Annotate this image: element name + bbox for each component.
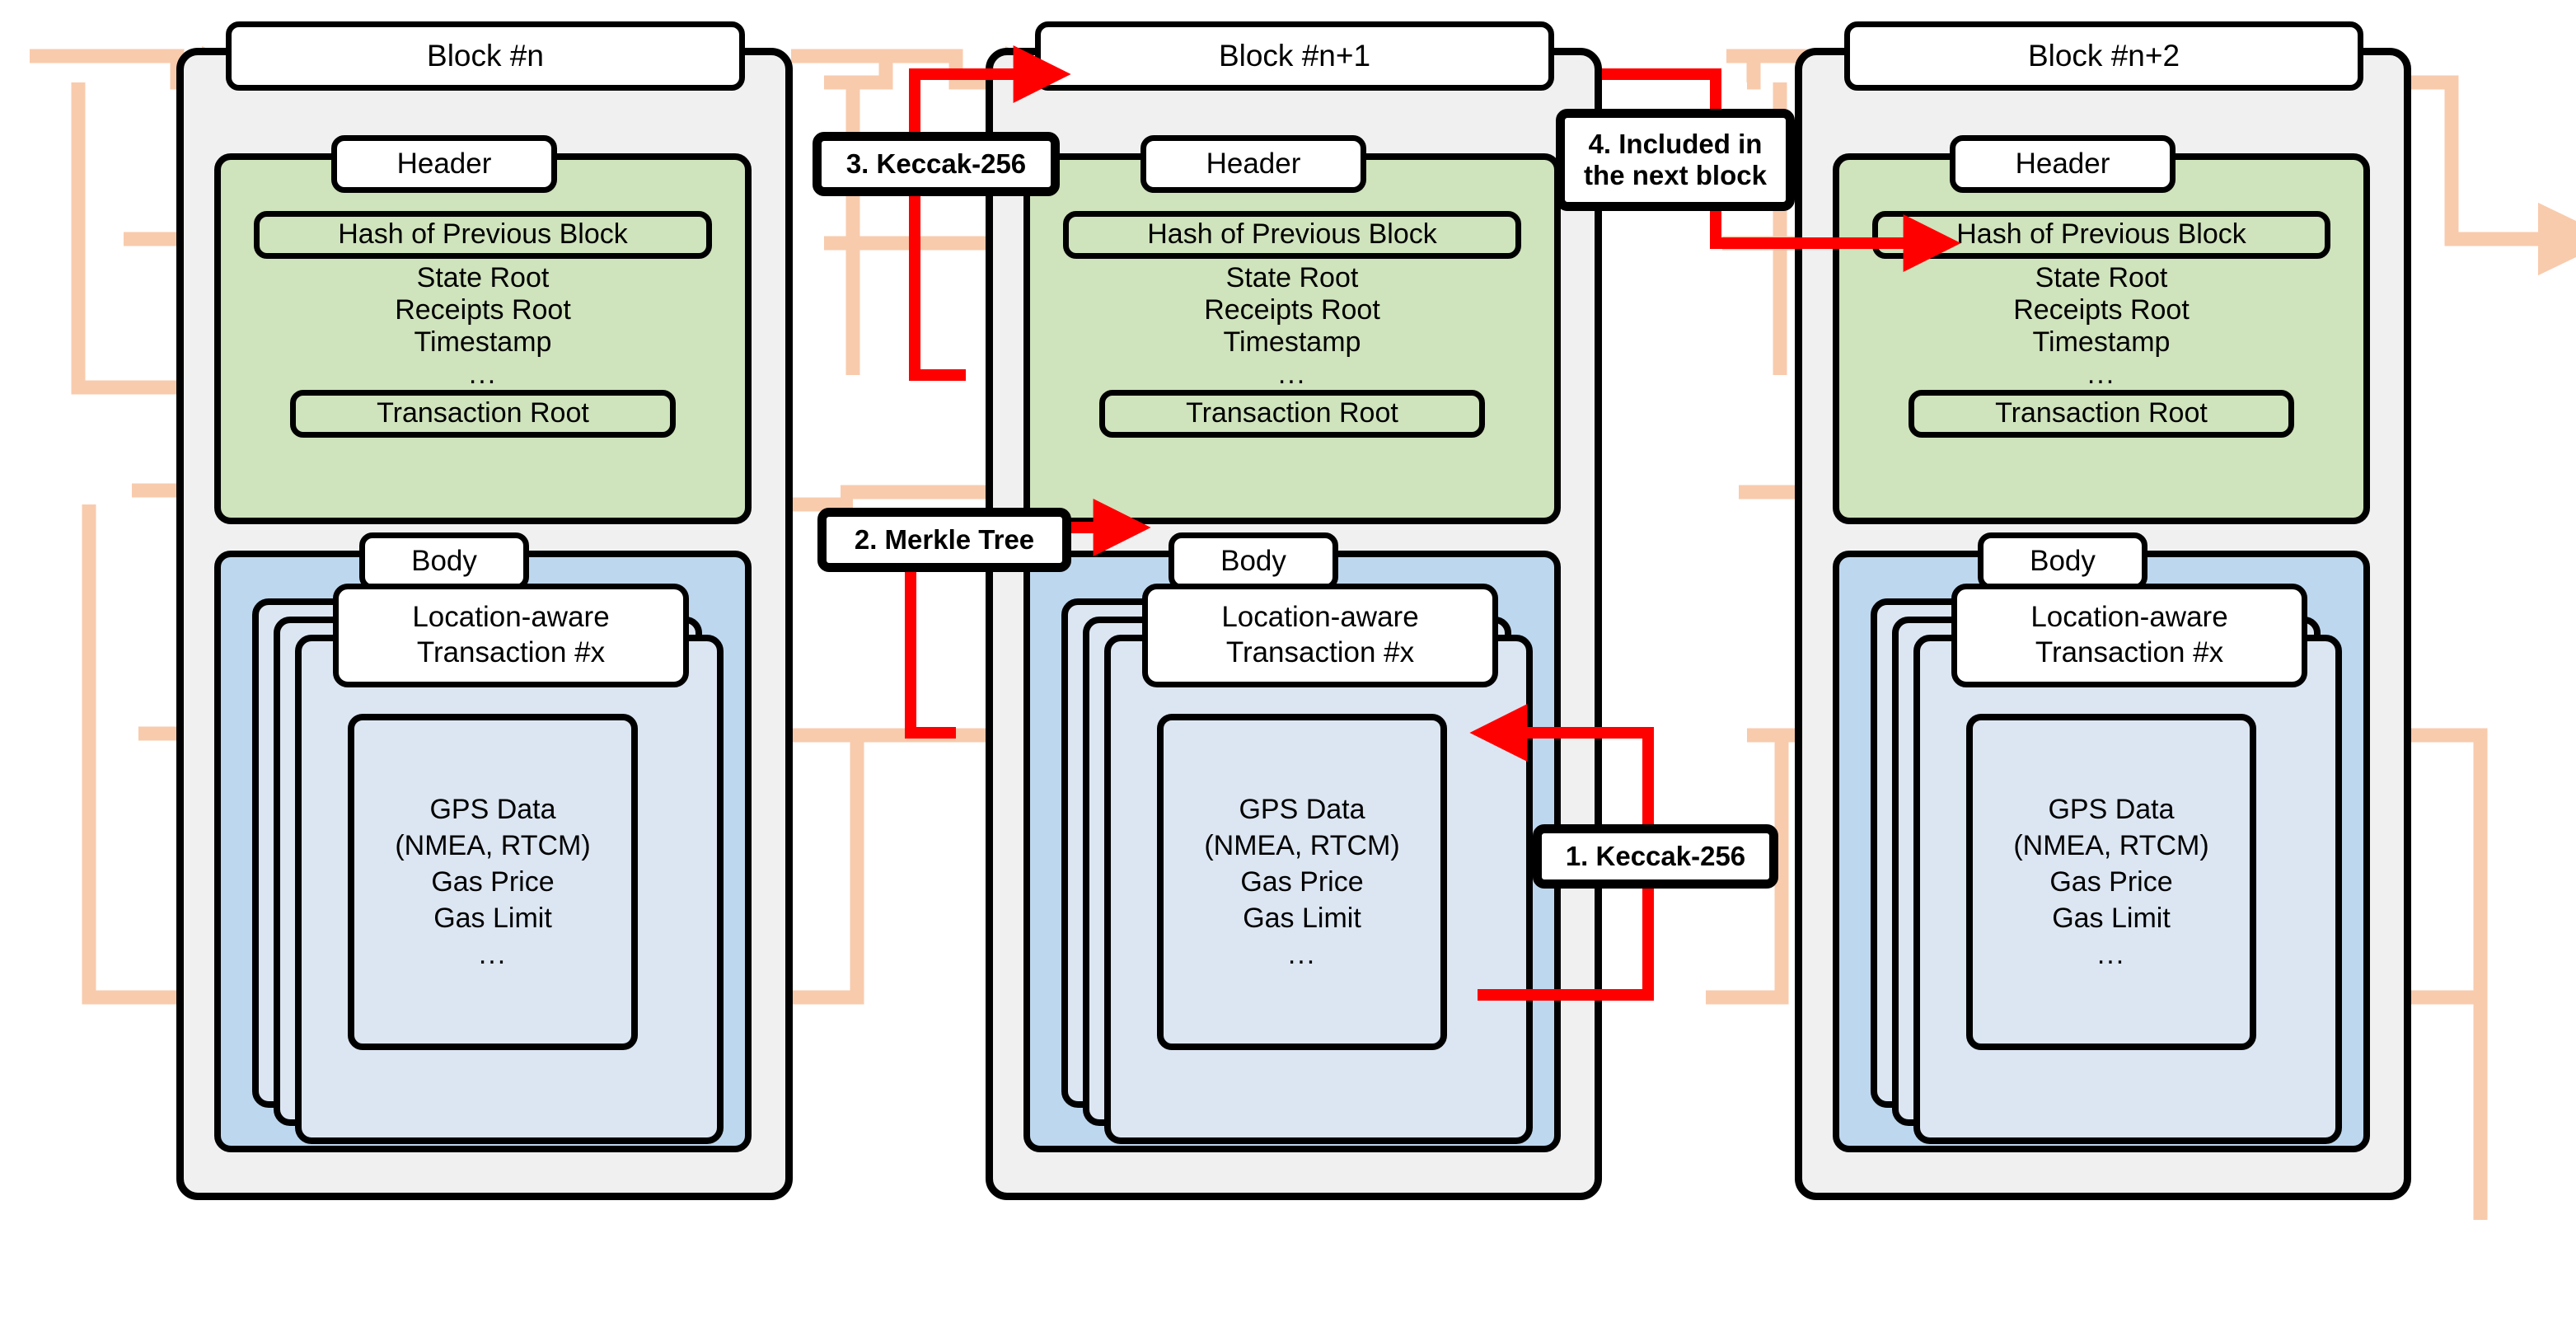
callout-step2-merkle-tree[interactable]: 2. Merkle Tree (817, 508, 1071, 572)
blockchain-diagram: Block #n Hash of Previous Block State Ro… (0, 0, 2576, 1332)
callout-step1-keccak256[interactable]: 1. Keccak-256 (1533, 824, 1778, 889)
callout-step3-line1: 3. Keccak-256 (845, 148, 1027, 180)
callout-step3-keccak256[interactable]: 3. Keccak-256 (813, 132, 1060, 196)
callout-step4-line1: 4. Included in (1588, 129, 1763, 160)
red-arrow-step3-keccak256 (909, 45, 1071, 381)
callout-step1-line1: 1. Keccak-256 (1565, 841, 1746, 872)
callout-step4-line2: the next block (1584, 160, 1767, 190)
callout-step4-included-next-block[interactable]: 4. Included in the next block (1556, 109, 1795, 211)
callout-step2-line1: 2. Merkle Tree (854, 524, 1035, 556)
red-arrow-layer (905, 45, 1961, 1001)
